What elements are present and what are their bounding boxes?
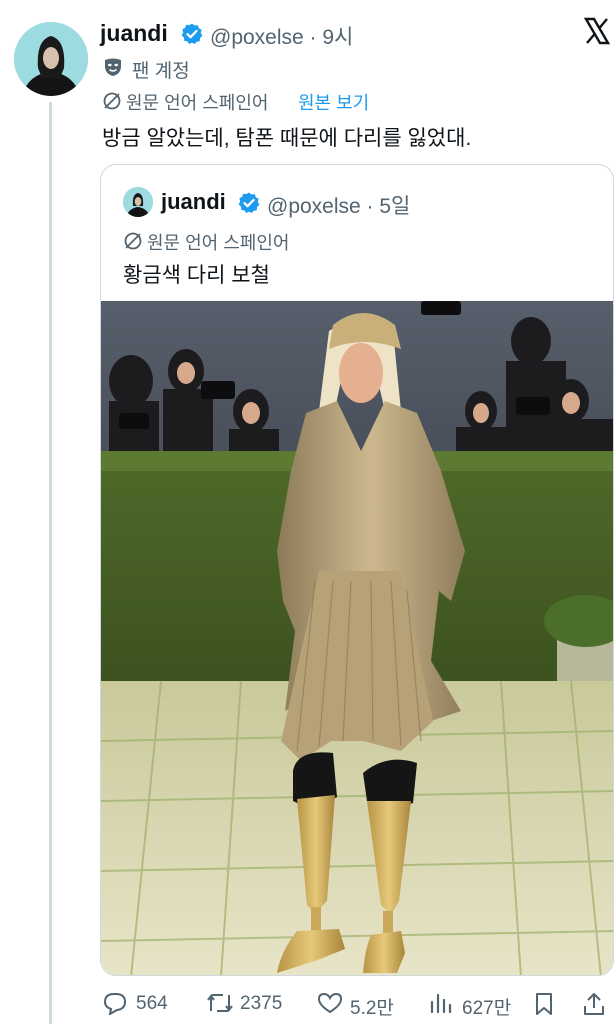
x-logo-icon[interactable] — [584, 16, 610, 46]
retweet-count: 2375 — [240, 993, 283, 1014]
fan-mask-icon — [105, 58, 121, 76]
tweet-text: 방금 알았는데, 탐폰 때문에 다리를 잃었대. — [102, 127, 472, 150]
bookmark-icon — [536, 993, 552, 1015]
author-handle-time[interactable]: @poxelse · 9시 — [210, 21, 353, 51]
quoted-tweet-card[interactable]: juandi @poxelse · 5일 원문 언어 스페인어 황금색 다리 보… — [100, 164, 614, 976]
quote-author-name[interactable]: juandi — [161, 189, 226, 215]
like-button[interactable]: 5.2만 — [316, 988, 408, 1019]
views-button[interactable]: 627만 — [428, 988, 522, 1019]
tweet-view: juandi @poxelse · 9시 팬 계정 원문 언어 스페인어 원본 … — [0, 0, 614, 1024]
translate-globe-icon — [124, 232, 142, 250]
thread-line — [49, 102, 52, 1024]
verified-badge-icon — [238, 192, 260, 213]
quote-original-language-label: 원문 언어 스페인어 — [147, 233, 290, 253]
quote-author-handle-time[interactable]: @poxelse · 5일 — [267, 190, 410, 220]
views-count: 627만 — [462, 998, 512, 1019]
reply-icon — [103, 993, 127, 1015]
share-icon — [584, 993, 604, 1015]
quote-text: 황금색 다리 보철 — [123, 264, 270, 287]
tweet-header: juandi @poxelse · 9시 — [100, 14, 614, 54]
reply-button[interactable]: 564 — [102, 988, 182, 1018]
original-language-label: 원문 언어 스페인어 — [126, 93, 269, 113]
quote-author-avatar[interactable] — [123, 187, 153, 217]
retweet-icon — [207, 994, 233, 1012]
translate-globe-icon — [103, 92, 121, 110]
show-original-link[interactable]: 원본 보기 — [298, 89, 369, 115]
fan-account-label: 팬 계정 — [132, 61, 190, 82]
action-bar: 564 2375 5.2만 627만 — [100, 984, 614, 1024]
verified-badge-icon — [181, 23, 203, 44]
author-name[interactable]: juandi — [100, 20, 168, 47]
quote-photo[interactable] — [101, 301, 614, 976]
like-count: 5.2만 — [350, 998, 394, 1019]
author-avatar[interactable] — [14, 22, 88, 96]
retweet-button[interactable]: 2375 — [206, 988, 302, 1018]
reply-count: 564 — [136, 993, 168, 1014]
like-icon — [317, 992, 343, 1014]
bookmark-button[interactable] — [532, 988, 562, 1018]
share-button[interactable] — [582, 988, 612, 1018]
views-icon — [430, 993, 452, 1014]
